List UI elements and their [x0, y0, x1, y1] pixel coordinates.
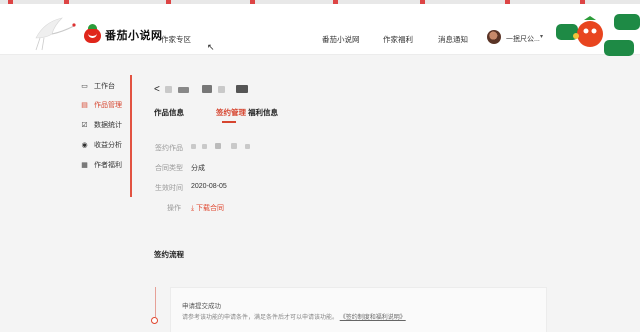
nav-link-notifications[interactable]: 消息通知 — [438, 34, 468, 45]
sidebar-item-author-benefits[interactable]: ▦ 作者福利 — [80, 158, 122, 172]
row-label-effective-date: 生效时间 — [155, 185, 183, 192]
flow-timeline-dot — [151, 317, 158, 324]
back-arrow-icon[interactable]: < — [154, 84, 160, 95]
nav-link-novel-site[interactable]: 番茄小说网 — [322, 34, 360, 45]
sidebar-item-workbench[interactable]: ▭ 工作台 — [80, 79, 115, 93]
row-label-contract-type: 合同类型 — [155, 165, 183, 172]
row-value-contract-work-redacted — [191, 143, 250, 151]
tab-work-info[interactable]: 作品信息 — [154, 107, 184, 118]
flow-timeline-line — [155, 287, 156, 317]
row-label-operation: 操作 — [167, 205, 181, 212]
download-contract-link[interactable]: ⤓ 下载合同 — [191, 203, 224, 213]
flow-step-desc-text: 请参考该功能的申请条件，满足条件后才可以申请该功能。 — [182, 315, 339, 321]
sidebar-item-label: 作者福利 — [94, 162, 122, 169]
row-value-contract-type: 分成 — [191, 165, 205, 172]
author-zone-label: 作家专区 — [161, 35, 191, 44]
contract-flow-title: 签约流程 — [154, 250, 184, 259]
mouse-cursor-icon: ↖ — [207, 42, 215, 52]
sidebar-item-label: 工作台 — [94, 83, 115, 90]
crane-illustration — [35, 17, 76, 51]
book-icon: ▤ — [81, 102, 88, 109]
logo-text: 番茄小说网 — [105, 30, 163, 42]
coin-icon: ◉ — [81, 142, 88, 149]
nav-link-author-benefits[interactable]: 作家福利 — [383, 34, 413, 45]
gift-icon: ▦ — [81, 162, 88, 169]
chevron-down-icon[interactable]: ▾ — [540, 33, 543, 40]
sidebar-nav: ▭ 工作台 ▤ 作品管理 ☑ 数据统计 ◉ 收益分析 ▦ 作者福利 — [80, 75, 132, 197]
site-logo[interactable]: 番茄小说网 — [84, 23, 163, 43]
active-tab-underline — [222, 121, 236, 123]
sidebar-item-works[interactable]: ▤ 作品管理 — [80, 98, 122, 112]
flow-step-card: 申请提交成功 请参考该功能的申请条件，满足条件后才可以申请该功能。 《签约制度和… — [170, 287, 547, 332]
sidebar-item-label: 数据统计 — [94, 122, 122, 129]
monitor-icon: ▭ — [81, 83, 88, 90]
row-value-effective-date: 2020-08-05 — [191, 183, 227, 190]
flow-step-title: 申请提交成功 — [182, 303, 221, 310]
sidebar-item-statistics[interactable]: ☑ 数据统计 — [80, 118, 122, 132]
tab-benefits-info[interactable]: 福利信息 — [248, 107, 278, 118]
sidebar-item-income[interactable]: ◉ 收益分析 — [80, 138, 122, 152]
avatar[interactable] — [487, 30, 501, 44]
tab-contract-management[interactable]: 签约管理 — [216, 107, 246, 118]
username[interactable]: 一抿尺公... — [506, 34, 540, 44]
work-title-redacted — [164, 80, 248, 98]
tomato-mascot-illustration — [556, 14, 640, 56]
row-label-contract-work: 签约作品 — [155, 145, 183, 152]
sidebar-item-label: 作品管理 — [94, 102, 122, 109]
chart-icon: ☑ — [81, 122, 88, 129]
work-title-row: < — [154, 80, 248, 98]
sidebar-item-label: 收益分析 — [94, 142, 122, 149]
tomato-logo-icon — [84, 23, 101, 43]
contract-policy-link[interactable]: 《签约制度和福利说明》 — [340, 315, 406, 321]
flow-step-desc: 请参考该功能的申请条件，满足条件后才可以申请该功能。 《签约制度和福利说明》 — [182, 312, 406, 321]
top-header: 番茄小说网 作家专区 ↖ 番茄小说网 作家福利 消息通知 一抿尺公... ▾ — [0, 4, 640, 56]
